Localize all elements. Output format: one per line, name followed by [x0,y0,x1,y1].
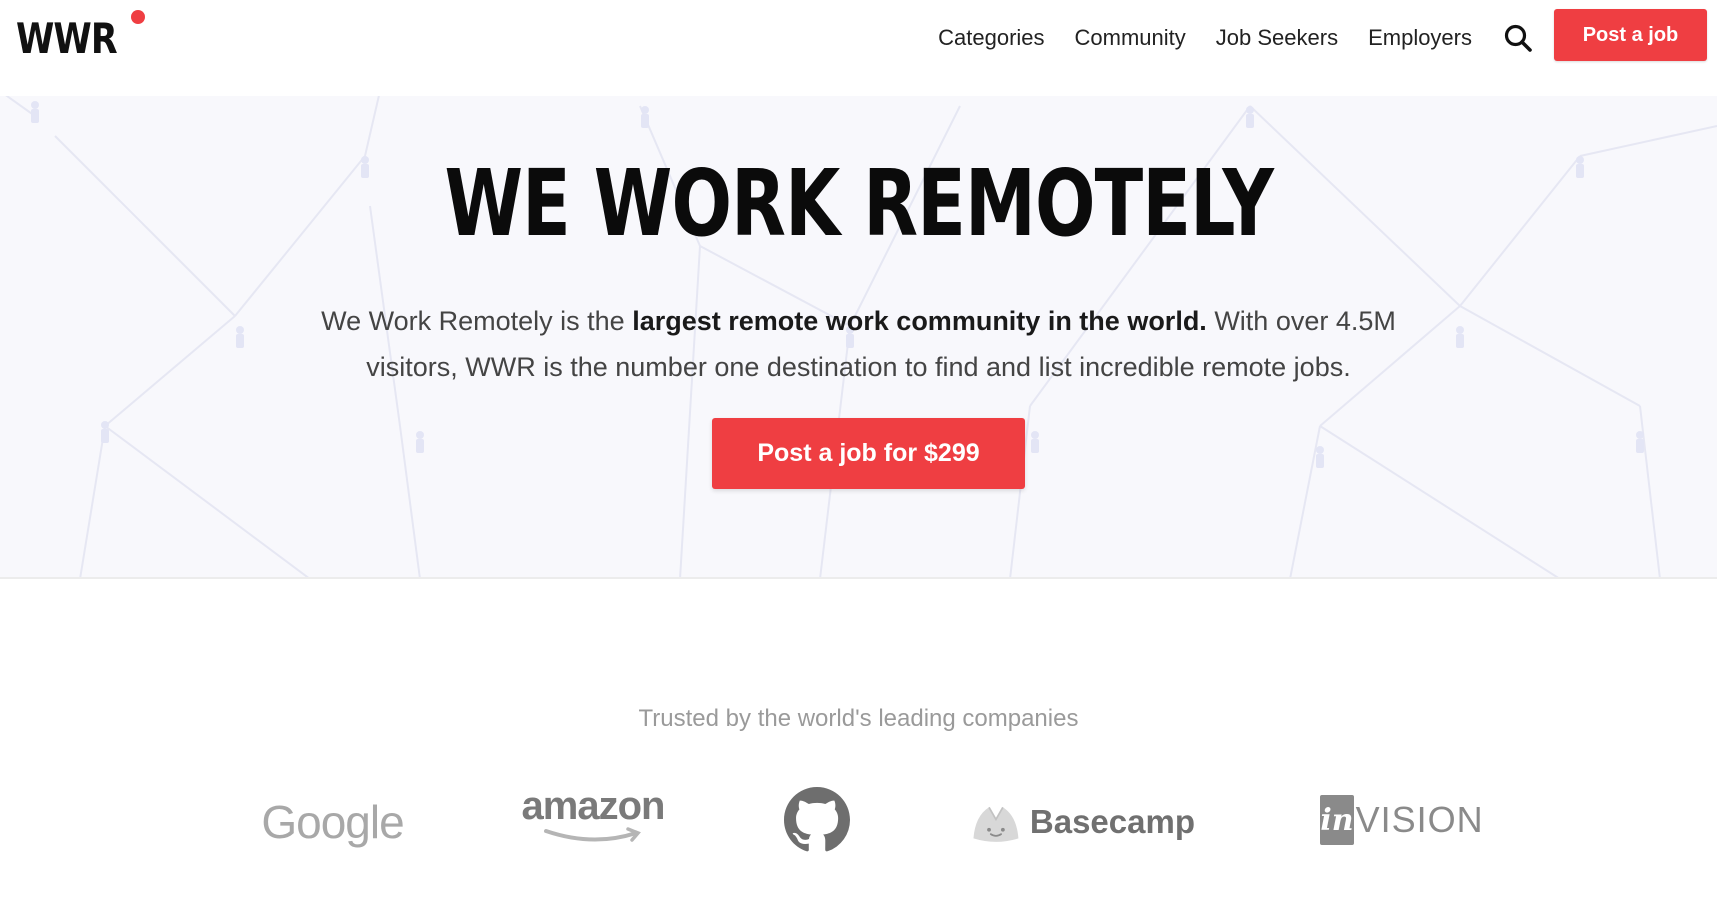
basecamp-logo-text: Basecamp [1029,803,1195,840]
invision-logo: in VISION [1320,794,1483,846]
hero-title-text: WE WORK REMOTELY [444,150,1273,257]
hero-text-bold: largest remote work community in the wor… [632,306,1207,336]
company-logos: Google amazon Basecamp in VISION [0,780,1717,880]
nav-community[interactable]: Community [1075,25,1186,51]
nav-categories[interactable]: Categories [938,25,1044,51]
basecamp-mountain-icon [973,806,1019,842]
nav-job-seekers[interactable]: Job Seekers [1216,25,1338,51]
invision-logo-box: in [1320,795,1354,845]
search-icon [1504,24,1532,52]
hero-description: We Work Remotely is the largest remote w… [290,298,1427,390]
post-job-button[interactable]: Post a job [1554,9,1707,61]
nav-employers[interactable]: Employers [1368,25,1472,51]
google-logo-text: Google [261,796,404,848]
hero-section: WE WORK REMOTELY We Work Remotely is the… [0,96,1717,579]
trusted-heading: Trusted by the world's leading companies [638,705,1079,732]
amazon-logo: amazon [518,780,668,850]
github-logo [782,785,852,855]
amazon-smile-icon [544,827,641,842]
site-header: WWR Categories Community Job Seekers Emp… [0,0,1717,96]
hero-title: WE WORK REMOTELY [0,154,1717,254]
amazon-logo-text: amazon [521,784,666,828]
wwr-logo[interactable]: WWR [16,10,145,64]
post-job-cta-button[interactable]: Post a job for $299 [712,418,1025,489]
hero-text-intro: We Work Remotely is the [321,306,633,336]
search-button[interactable] [1502,22,1534,54]
main-nav: Categories Community Job Seekers Employe… [938,18,1534,58]
basecamp-logo: Basecamp [970,792,1195,852]
logo-dot [131,10,145,24]
google-logo: Google [260,792,405,852]
github-icon [784,787,850,852]
logo-text: WWR [16,14,118,63]
invision-logo-text: VISION [1355,799,1484,840]
